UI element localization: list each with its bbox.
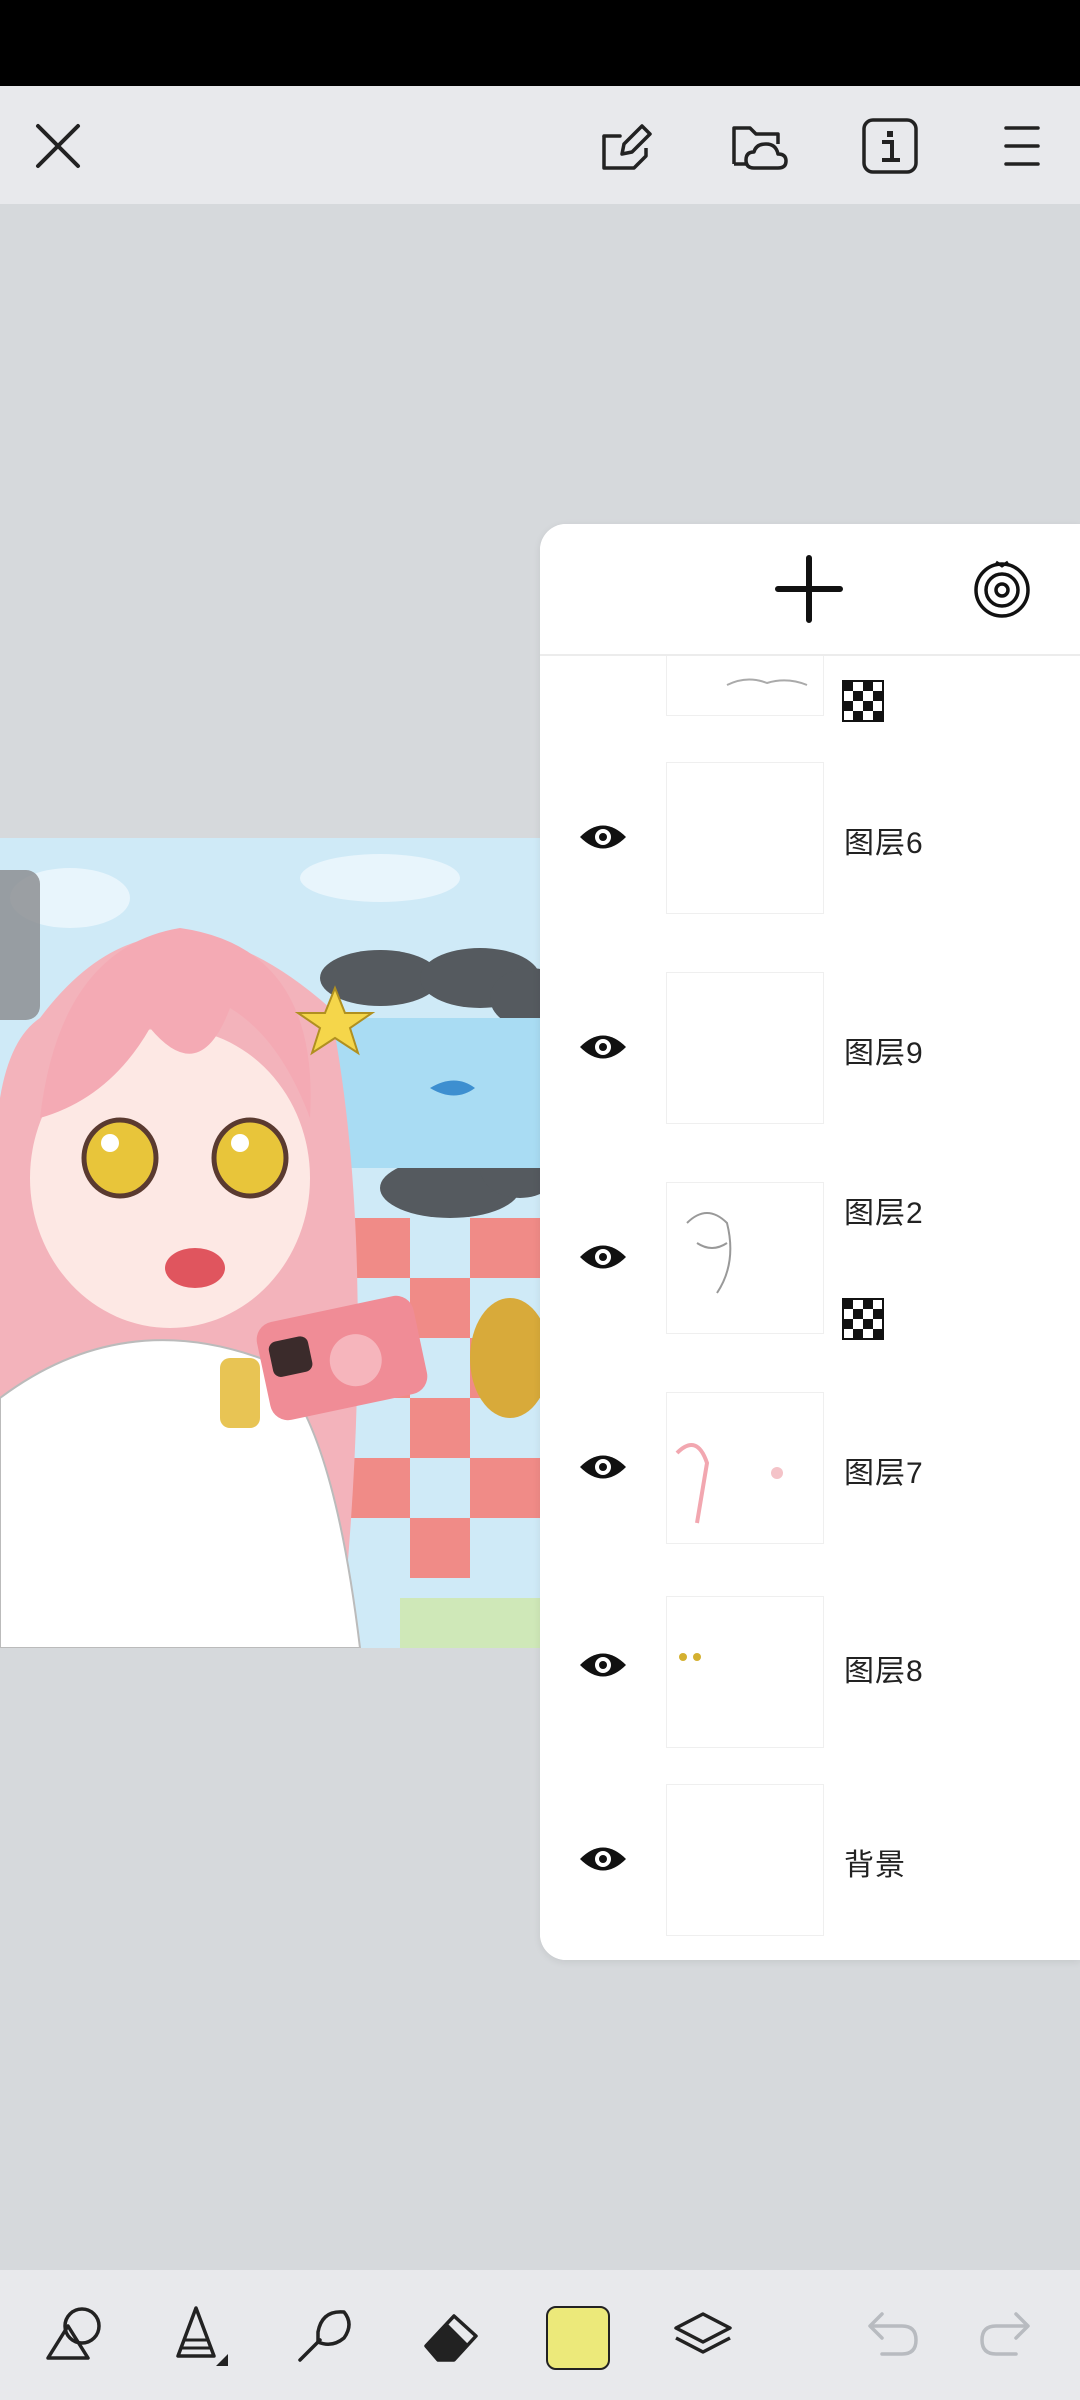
undo-icon [868,2312,918,2356]
shape-tool-icon [46,2307,101,2360]
canvas-edit-button[interactable] [590,110,662,182]
layer-name: 图层9 [844,1037,924,1070]
alpha-lock-icon[interactable] [842,1298,884,1340]
layer-row[interactable]: 图层8 [540,1572,1080,1760]
layer-row[interactable]: 图层9 [540,942,1080,1154]
layers-icon [674,2312,732,2354]
layer-thumbnail [666,1392,824,1544]
canvas-edit-icon [602,124,652,170]
visibility-eye-icon[interactable] [578,1842,628,1876]
layer-thumbnail [666,1784,824,1936]
canvas-scroll-handle[interactable] [0,870,40,1020]
visibility-eye-icon[interactable] [578,1030,628,1064]
status-bar [0,0,1080,86]
layer-row[interactable]: 图层7 [540,1362,1080,1574]
info-button[interactable] [854,110,926,182]
pen-tool-button[interactable] [164,2300,234,2370]
menu-button[interactable] [986,110,1058,182]
layer-name: 图层6 [844,827,924,860]
layer-name: 图层7 [844,1457,924,1490]
layer-options-button[interactable] [970,556,1034,620]
layer-thumbnail [666,762,824,914]
cloud-folder-icon [732,126,788,170]
layer-row[interactable]: 背景 [540,1758,1080,1960]
redo-button[interactable] [972,2300,1042,2370]
visibility-eye-icon[interactable] [578,1648,628,1682]
layers-panel: 图层6 图层9 图层2 图层7 图层8 背景 [540,524,1080,1960]
pen-tool-icon [176,2306,228,2366]
smudge-tool-icon [298,2310,351,2362]
layer-name: 图层2 [844,1197,924,1230]
cloud-folder-button[interactable] [722,110,794,182]
layer-thumbnail [666,1596,824,1748]
add-layer-button[interactable] [772,552,846,626]
color-swatch[interactable] [546,2306,610,2370]
smudge-tool-button[interactable] [290,2300,360,2370]
eraser-tool-button[interactable] [416,2300,486,2370]
visibility-eye-icon[interactable] [578,1240,628,1274]
artwork-illustration [0,838,540,1648]
layer-row[interactable]: 图层2 [540,1152,1080,1364]
visibility-eye-icon[interactable] [578,820,628,854]
layer-thumbnail [666,972,824,1124]
shape-tool-button[interactable] [38,2300,108,2370]
close-button[interactable] [22,110,94,182]
artwork-canvas[interactable] [0,838,540,1648]
eraser-icon [424,2314,478,2362]
visibility-eye-icon[interactable] [578,1450,628,1484]
layer-thumbnail [666,1182,824,1334]
layer-row[interactable]: 图层6 [540,732,1080,944]
layers-panel-header [540,524,1080,656]
layer-name: 图层8 [844,1655,924,1688]
layers-button[interactable] [668,2300,738,2370]
top-toolbar [0,86,1080,204]
undo-button[interactable] [856,2300,926,2370]
menu-icon [1004,126,1040,166]
layer-name: 背景 [844,1849,906,1882]
redo-icon [980,2312,1030,2356]
alpha-lock-icon[interactable] [842,680,884,722]
close-icon [36,124,80,168]
bottom-toolbar [0,2270,1080,2400]
info-icon [862,118,918,174]
